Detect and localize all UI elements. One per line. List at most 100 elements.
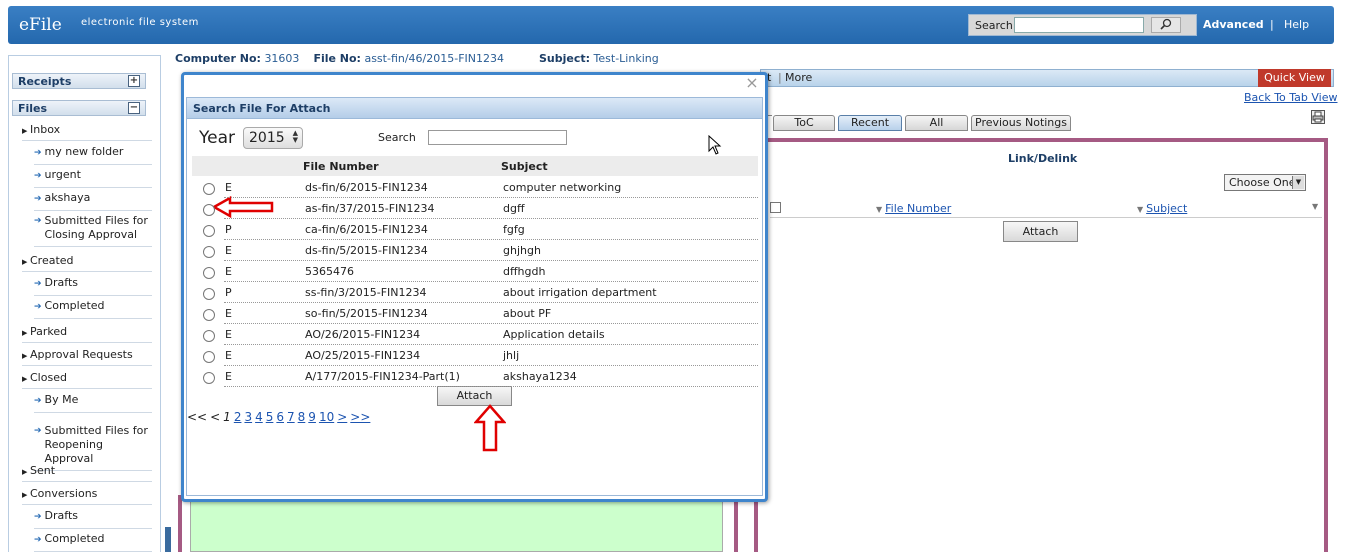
sidebar-item[interactable]: ▶ Parked xyxy=(22,325,152,343)
sort-icon[interactable]: ▼ xyxy=(1312,202,1318,211)
quick-view-button[interactable]: Quick View xyxy=(1258,69,1331,87)
row-type: P xyxy=(225,286,232,299)
caret-right-icon: ▶ xyxy=(22,491,28,499)
row-radio[interactable] xyxy=(203,372,215,384)
link-col-file-number[interactable]: ▼ File Number xyxy=(876,202,951,215)
sidebar-item[interactable]: ➔ Completed xyxy=(34,299,152,319)
sidebar-item[interactable]: ▶ Conversions xyxy=(22,487,152,505)
pager-page-link[interactable]: 5 xyxy=(266,410,274,424)
row-radio[interactable] xyxy=(203,225,215,237)
arrow-right-icon: ➔ xyxy=(34,426,42,436)
row-radio[interactable] xyxy=(203,204,215,216)
advanced-search-link[interactable]: Advanced xyxy=(1203,18,1264,31)
arrow-right-icon: ➔ xyxy=(34,171,42,181)
row-type: E xyxy=(225,244,232,257)
table-row[interactable]: E A/177/2015-FIN1234-Part(1) akshaya1234 xyxy=(192,366,758,387)
red-arrow-icon xyxy=(474,404,506,452)
select-all-checkbox[interactable] xyxy=(770,202,781,213)
search-go-button[interactable] xyxy=(1151,17,1181,33)
table-row[interactable]: Eds-fin/6/2015-FIN1234 computer networkin… xyxy=(192,177,758,198)
caret-right-icon: ▶ xyxy=(22,258,28,266)
sidebar-section-files[interactable]: Files − xyxy=(12,100,146,116)
table-row[interactable]: E AO/26/2015-FIN1234 Application details xyxy=(192,324,758,345)
pager-page-link[interactable]: 10 xyxy=(319,410,334,424)
collapse-icon[interactable]: − xyxy=(128,102,140,114)
sidebar-item[interactable]: ▶ Closed xyxy=(22,371,152,389)
sidebar-item[interactable]: ➔ Drafts xyxy=(34,509,152,529)
pager-next[interactable]: > xyxy=(337,410,347,424)
row-file-number: as-fin/37/2015-FIN1234 xyxy=(305,202,435,215)
sidebar-item[interactable]: ➔ Drafts xyxy=(34,276,152,296)
row-radio[interactable] xyxy=(203,309,215,321)
tab-previous-notings[interactable]: Previous Notings xyxy=(971,115,1071,131)
sidebar-item[interactable]: ➔ akshaya xyxy=(34,191,152,211)
sidebar-item[interactable]: ➔ urgent xyxy=(34,168,152,188)
sidebar-item[interactable]: ▶ Created xyxy=(22,254,152,272)
sidebar-item[interactable]: ▶ Approval Requests xyxy=(22,348,152,366)
dialog-search-input[interactable] xyxy=(428,130,567,145)
pager-page-link[interactable]: 7 xyxy=(287,410,295,424)
arrow-right-icon: ➔ xyxy=(34,216,42,226)
pager-prev[interactable]: < xyxy=(210,410,220,424)
sidebar-item[interactable]: ▶ Sent xyxy=(22,464,152,482)
subject-label: Subject: xyxy=(538,52,591,65)
row-radio[interactable] xyxy=(203,246,215,258)
attach-button[interactable]: Attach xyxy=(437,386,512,406)
row-file-number: ca-fin/6/2015-FIN1234 xyxy=(305,223,428,236)
row-radio[interactable] xyxy=(203,288,215,300)
sort-icon: ▼ xyxy=(1137,205,1144,214)
row-subject: ghjhgh xyxy=(503,244,541,257)
row-subject: jhlj xyxy=(503,349,520,362)
pager-page-link[interactable]: 4 xyxy=(255,410,263,424)
subject-sort-link[interactable]: Subject xyxy=(1146,202,1187,215)
search-input[interactable] xyxy=(1014,17,1144,33)
pager-last[interactable]: >> xyxy=(350,410,370,424)
sidebar-section-receipts[interactable]: Receipts + xyxy=(12,73,146,89)
row-radio[interactable] xyxy=(203,183,215,195)
arrow-right-icon: ➔ xyxy=(34,396,42,406)
file-number-sort-link[interactable]: File Number xyxy=(885,202,951,215)
tab-toc[interactable]: ToC xyxy=(773,115,835,131)
sidebar-item[interactable]: ➔ Submitted Files for Closing Approval xyxy=(34,214,152,247)
row-radio[interactable] xyxy=(203,267,215,279)
printer-icon[interactable] xyxy=(1311,110,1325,124)
pager-page-link[interactable]: 2 xyxy=(234,410,242,424)
table-row[interactable]: as-fin/37/2015-FIN1234 dgff xyxy=(192,198,758,219)
pager-page-link[interactable]: 9 xyxy=(308,410,316,424)
close-icon[interactable]: × xyxy=(744,75,760,92)
sidebar-collapse-handle[interactable] xyxy=(165,527,171,552)
sidebar-item[interactable]: ➔ my new folder xyxy=(34,145,152,165)
row-radio[interactable] xyxy=(203,330,215,342)
choose-one-select[interactable]: Choose One ▼ xyxy=(1224,174,1306,191)
pager-current: 1 xyxy=(223,410,231,424)
arrow-right-icon: ➔ xyxy=(34,194,42,204)
sidebar-item-label: Conversions xyxy=(30,487,98,500)
caret-right-icon: ▶ xyxy=(22,375,28,383)
table-row[interactable]: Pca-fin/6/2015-FIN1234 fgfg xyxy=(192,219,758,240)
link-separator: | xyxy=(1270,18,1274,31)
tab-recent[interactable]: Recent xyxy=(838,115,902,131)
pager-page-link[interactable]: 6 xyxy=(276,410,284,424)
link-col-subject[interactable]: ▼ Subject xyxy=(1137,202,1187,215)
table-row[interactable]: E AO/25/2015-FIN1234 jhlj xyxy=(192,345,758,366)
table-row[interactable]: Eds-fin/5/2015-FIN1234 ghjhgh xyxy=(192,240,758,261)
tab-all[interactable]: All xyxy=(905,115,968,131)
sidebar-item[interactable]: ➔ By Me xyxy=(34,393,152,413)
pager-first[interactable]: << xyxy=(187,410,207,424)
pager-page-link[interactable]: 3 xyxy=(244,410,252,424)
pager-page-link[interactable]: 8 xyxy=(298,410,306,424)
table-row[interactable]: E 5365476 dffhgdh xyxy=(192,261,758,282)
table-row[interactable]: Pss-fin/3/2015-FIN1234 about irrigation d… xyxy=(192,282,758,303)
notesheet-editor[interactable] xyxy=(190,498,723,552)
link-attach-button[interactable]: Attach xyxy=(1003,221,1078,242)
link-delink-title: Link/Delink xyxy=(1008,152,1078,165)
sidebar-item[interactable]: ➔ Completed xyxy=(34,532,152,552)
help-link[interactable]: Help xyxy=(1284,18,1309,31)
year-select[interactable]: 2015 ▲ ▼ xyxy=(243,127,303,149)
expand-icon[interactable]: + xyxy=(128,75,140,87)
table-row[interactable]: Eso-fin/5/2015-FIN1234 about PF xyxy=(192,303,758,324)
more-menu[interactable]: More xyxy=(785,71,812,84)
back-to-tab-view-link[interactable]: Back To Tab View xyxy=(1244,91,1338,104)
sidebar-item[interactable]: ▶ Inbox xyxy=(22,123,152,141)
row-radio[interactable] xyxy=(203,351,215,363)
